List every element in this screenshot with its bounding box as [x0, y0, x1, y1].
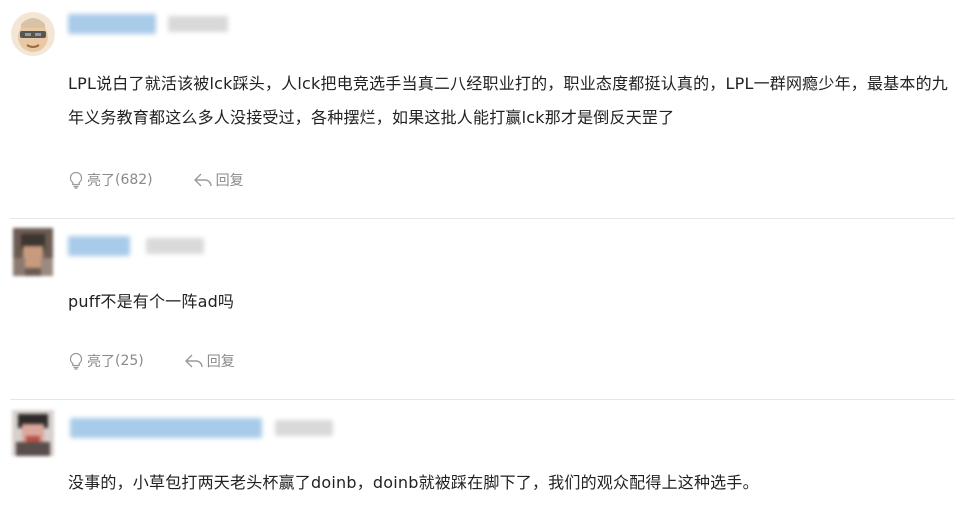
timestamp: [146, 238, 204, 254]
comment-text: LPL说白了就活该被lck踩头，人lck把电竞选手当真二八经职业打的，职业态度都…: [68, 74, 948, 127]
avatar[interactable]: [11, 12, 55, 56]
username[interactable]: [68, 236, 130, 256]
comment-item: 没事的，小草包打两天老头杯赢了doinb，doinb就被踩在脚下了，我们的观众配…: [0, 400, 955, 509]
reply-button[interactable]: 回复: [184, 351, 235, 371]
avatar-image: [11, 12, 55, 56]
lightbulb-icon: [69, 352, 83, 370]
comment-item: LPL说白了就活该被lck踩头，人lck把电竞选手当真二八经职业打的，职业态度都…: [0, 0, 955, 218]
like-button[interactable]: 亮了 (25): [68, 351, 144, 371]
like-label: 亮了: [87, 354, 115, 370]
like-button[interactable]: 亮了 (682): [68, 170, 153, 190]
like-count: (25): [115, 353, 144, 369]
lightbulb-icon: [69, 171, 83, 189]
comment-actions: 亮了 (682) 回复: [68, 170, 244, 190]
comment-text: puff不是有个一阵ad吗: [68, 292, 235, 311]
reply-button[interactable]: 回复: [193, 170, 244, 190]
reply-arrow-icon: [193, 173, 212, 187]
avatar-image: [12, 410, 54, 456]
comment-item: puff不是有个一阵ad吗 亮了 (25) 回复: [0, 219, 955, 399]
comment-actions: 亮了 (25) 回复: [68, 351, 235, 371]
like-count: (682): [115, 172, 153, 188]
avatar[interactable]: [12, 410, 54, 456]
username[interactable]: [70, 418, 262, 438]
username[interactable]: [68, 14, 156, 34]
timestamp: [168, 16, 228, 32]
comment-text: 没事的，小草包打两天老头杯赢了doinb，doinb就被踩在脚下了，我们的观众配…: [68, 473, 759, 492]
reply-arrow-icon: [185, 354, 203, 368]
like-label: 亮了: [87, 173, 115, 189]
reply-label: 回复: [206, 354, 235, 370]
avatar[interactable]: [13, 228, 53, 276]
reply-label: 回复: [215, 173, 244, 189]
avatar-image: [13, 228, 53, 276]
timestamp: [275, 420, 333, 436]
